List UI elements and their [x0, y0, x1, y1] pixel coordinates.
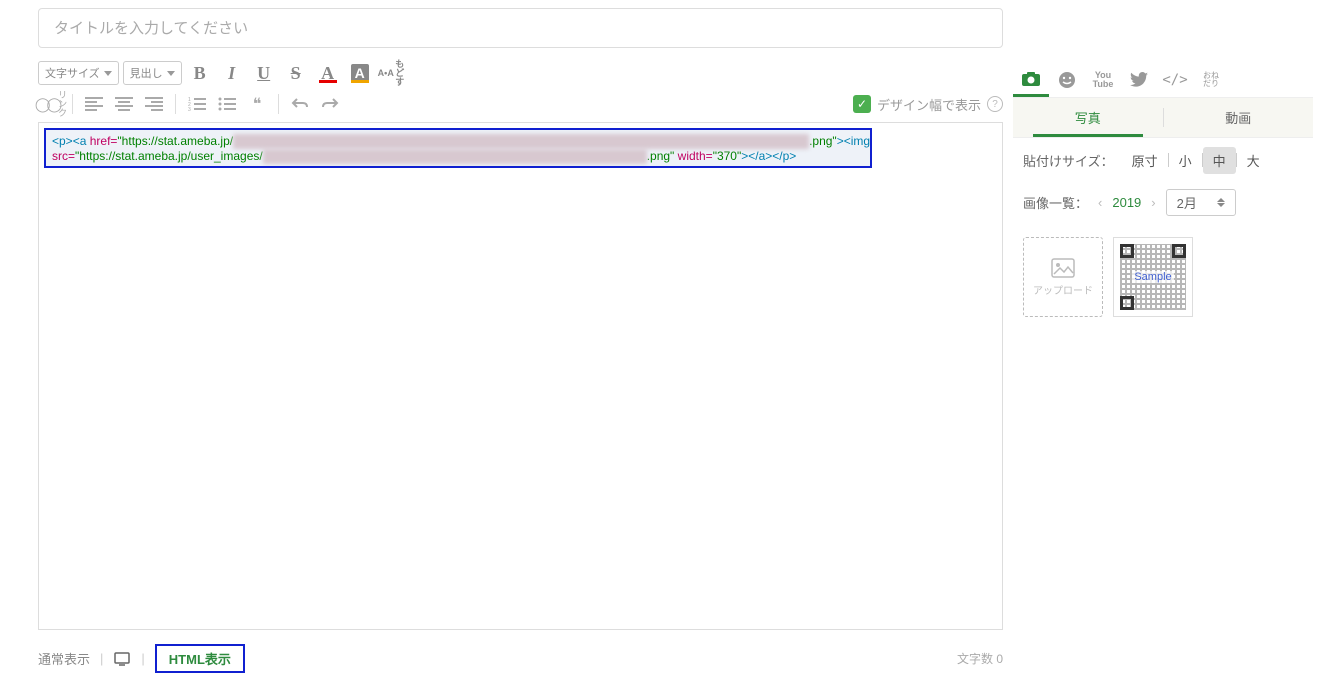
twitter-icon: [1130, 72, 1148, 88]
side-panel: YouTube </> おねだり 写真 動画 貼付けサイズ： 原寸 小 中 大 …: [1013, 62, 1313, 332]
link-button[interactable]: ◯◯リンク: [38, 92, 64, 116]
strike-button[interactable]: S: [282, 60, 310, 86]
svg-text:3: 3: [188, 107, 191, 112]
stepper-icon: [1217, 198, 1225, 207]
ordered-list-button[interactable]: 123: [184, 92, 210, 116]
help-icon[interactable]: ?: [987, 96, 1003, 112]
size-large[interactable]: 大: [1237, 147, 1270, 174]
toolbar-row-2: ◯◯リンク 123 ❝ ✓ デザイン幅で表示 ?: [38, 92, 1003, 116]
paste-size-row: 貼付けサイズ： 原寸 小 中 大: [1013, 138, 1313, 182]
title-input[interactable]: [38, 8, 1003, 48]
youtube-tab[interactable]: YouTube: [1085, 63, 1121, 97]
image-icon: [1051, 258, 1075, 278]
html-editor[interactable]: <p><a href="https://stat.ameba.jp/xxxxxx…: [38, 122, 1003, 630]
side-icon-tabs: YouTube </> おねだり: [1013, 62, 1313, 98]
size-original[interactable]: 原寸: [1122, 147, 1168, 174]
sample-image-thumb[interactable]: Sample: [1113, 237, 1193, 317]
toolbar-row-1: 文字サイズ 見出し B I U S A A A•Aもどす: [38, 60, 1003, 86]
redo-button[interactable]: [317, 92, 343, 116]
request-tab[interactable]: おねだり: [1193, 63, 1229, 97]
underline-button[interactable]: U: [250, 60, 278, 86]
size-options: 原寸 小 中 大: [1122, 147, 1270, 174]
undo-button[interactable]: [287, 92, 313, 116]
twitter-tab[interactable]: [1121, 63, 1157, 97]
video-tab[interactable]: 動画: [1164, 98, 1314, 137]
paste-size-label: 貼付けサイズ：: [1023, 151, 1114, 170]
design-width-toggle[interactable]: ✓ デザイン幅で表示 ?: [853, 95, 1003, 114]
emoji-tab[interactable]: [1049, 63, 1085, 97]
text-color-button[interactable]: A: [314, 60, 342, 86]
unordered-list-button[interactable]: [214, 92, 240, 116]
preview-device-button[interactable]: [113, 650, 131, 668]
unordered-list-icon: [218, 96, 236, 112]
month-select[interactable]: 2月: [1166, 189, 1236, 216]
photo-tab[interactable]: 写真: [1013, 98, 1163, 137]
media-type-tabs: 写真 動画: [1013, 98, 1313, 138]
camera-icon: [1021, 71, 1041, 87]
gallery-label: 画像一覧：: [1023, 193, 1088, 212]
camera-tab[interactable]: [1013, 63, 1049, 97]
link-icon: ◯◯: [35, 97, 58, 111]
emoji-icon: [1058, 71, 1076, 89]
font-size-select[interactable]: 文字サイズ: [38, 61, 119, 85]
monitor-icon: [114, 652, 130, 666]
bottom-bar: 通常表示 | | HTML表示 文字数 0: [38, 644, 1003, 673]
char-count: 文字数 0: [957, 650, 1003, 667]
quote-button[interactable]: ❝: [244, 92, 270, 116]
align-left-button[interactable]: [81, 92, 107, 116]
year-prev-button[interactable]: ‹: [1094, 195, 1106, 210]
redo-icon: [321, 96, 339, 112]
code-highlight-box: <p><a href="https://stat.ameba.jp/xxxxxx…: [44, 128, 872, 168]
html-view-tab[interactable]: HTML表示: [155, 644, 245, 673]
heading-select[interactable]: 見出し: [123, 61, 182, 85]
bold-button[interactable]: B: [186, 60, 214, 86]
normal-view-tab[interactable]: 通常表示: [38, 649, 90, 668]
align-left-icon: [85, 96, 103, 112]
align-center-button[interactable]: [111, 92, 137, 116]
year-next-button[interactable]: ›: [1147, 195, 1159, 210]
ordered-list-icon: 123: [188, 96, 206, 112]
gallery-nav-row: 画像一覧： ‹ 2019 › 2月: [1013, 182, 1313, 222]
check-icon: ✓: [853, 95, 871, 113]
chevron-down-icon: [167, 71, 175, 76]
reset-format-button[interactable]: A•Aもどす: [378, 60, 406, 86]
align-right-icon: [145, 96, 163, 112]
year-display: 2019: [1112, 195, 1141, 210]
highlight-button[interactable]: A: [346, 60, 374, 86]
upload-button[interactable]: アップロード: [1023, 237, 1103, 317]
undo-icon: [291, 96, 309, 112]
embed-tab[interactable]: </>: [1157, 63, 1193, 97]
align-right-button[interactable]: [141, 92, 167, 116]
thumbnail-grid: アップロード Sample: [1013, 222, 1313, 332]
chevron-down-icon: [104, 71, 112, 76]
italic-button[interactable]: I: [218, 60, 246, 86]
size-small[interactable]: 小: [1169, 147, 1202, 174]
size-medium[interactable]: 中: [1203, 147, 1236, 174]
align-center-icon: [115, 96, 133, 112]
